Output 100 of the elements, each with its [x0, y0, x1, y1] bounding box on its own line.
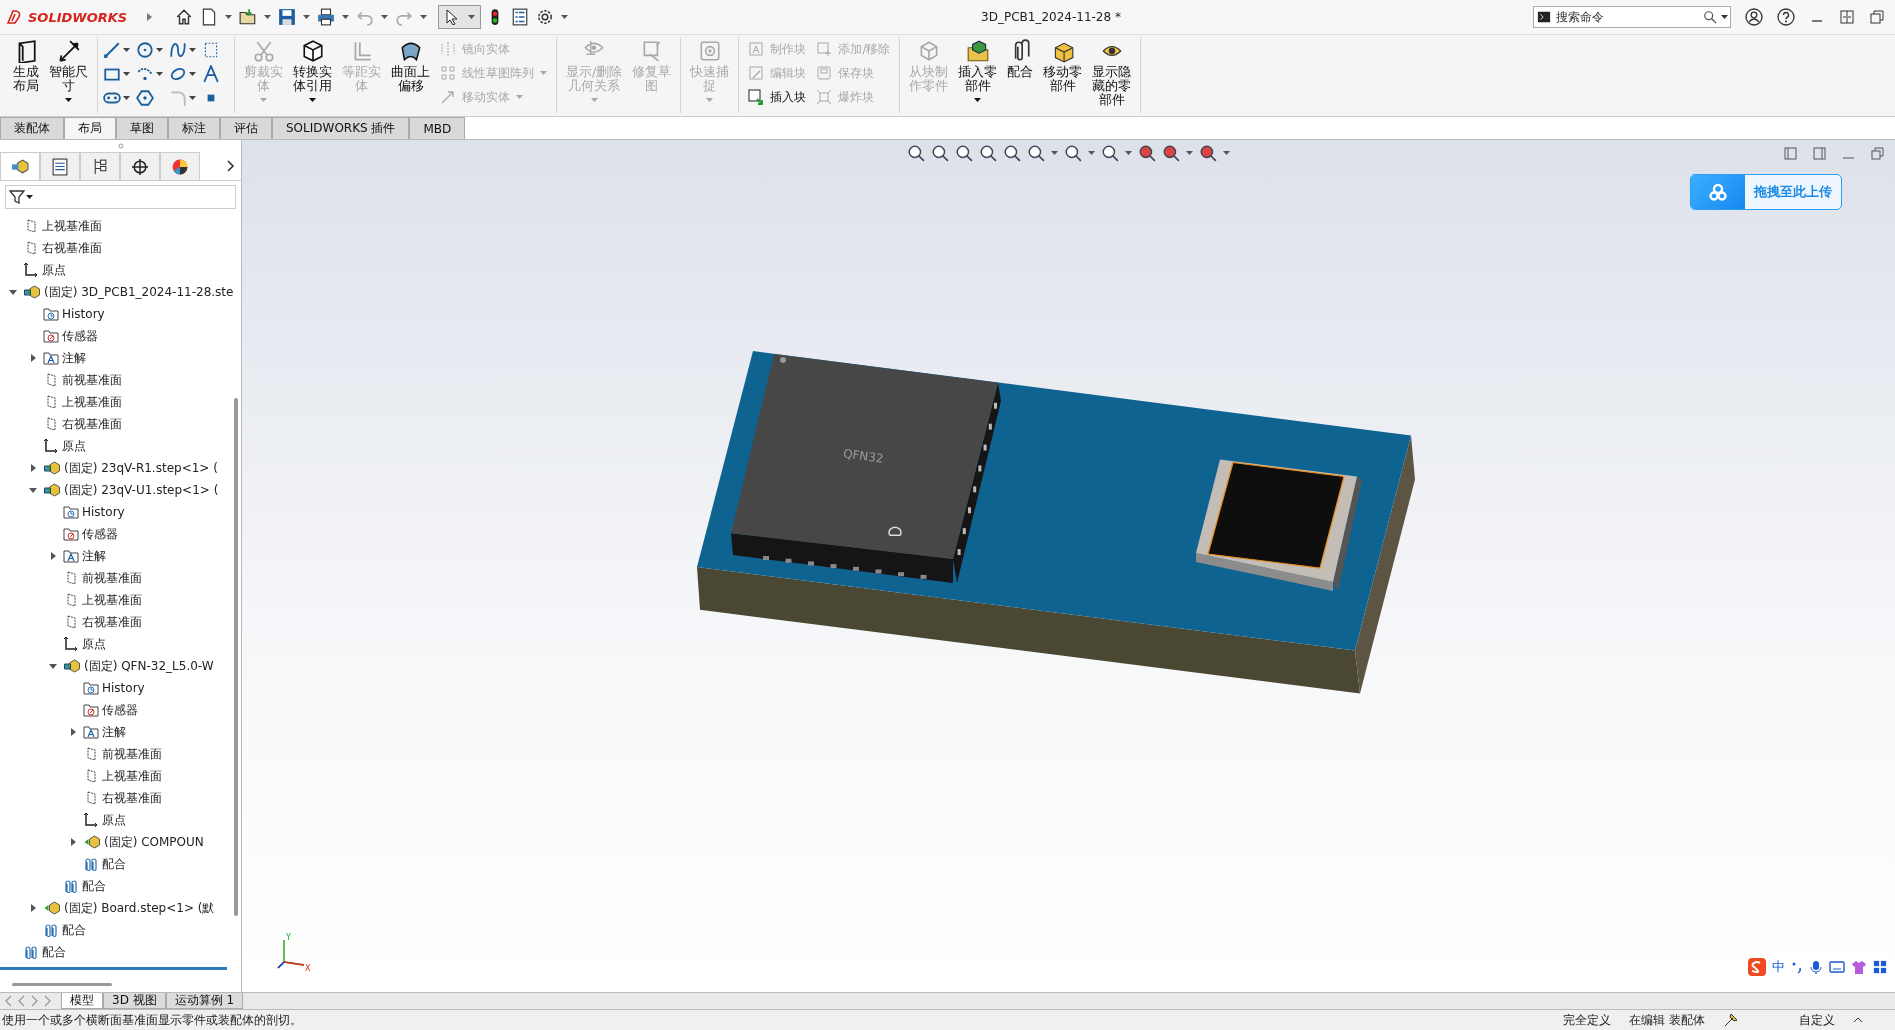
ribbon-button[interactable]: 生成 布局: [9, 37, 43, 95]
tree-item[interactable]: History: [62, 307, 105, 321]
tree-item[interactable]: 传感器: [82, 525, 118, 543]
tree-item[interactable]: (固定) COMPOUN: [104, 833, 204, 851]
expand-arrow-icon[interactable]: [8, 287, 18, 297]
caret-icon[interactable]: [65, 97, 72, 103]
sogou-s-icon[interactable]: [1748, 958, 1766, 976]
tree-item[interactable]: (固定) QFN-32_L5.0-W: [84, 657, 214, 675]
tree-item[interactable]: 配合: [82, 877, 106, 895]
collapse-arrow-icon[interactable]: [28, 353, 38, 363]
search-icon[interactable]: [1703, 10, 1717, 24]
filter-icon[interactable]: [9, 189, 25, 205]
expand-arrow-icon[interactable]: [28, 485, 38, 495]
caret-icon[interactable]: [1721, 14, 1728, 20]
caret-icon[interactable]: [123, 71, 130, 77]
tree-item[interactable]: 上视基准面: [42, 217, 102, 235]
ribbon-tab[interactable]: 草图: [116, 117, 168, 139]
help-icon[interactable]: [1777, 8, 1795, 26]
caret-icon[interactable]: [420, 14, 428, 20]
chevron-right-icon[interactable]: [226, 160, 235, 172]
shirt-icon[interactable]: [1851, 959, 1867, 975]
scrollbar-thumb[interactable]: [234, 398, 238, 916]
caret-icon[interactable]: [225, 14, 233, 20]
search-field[interactable]: 搜索命令: [1533, 6, 1731, 28]
caret-icon[interactable]: [123, 95, 130, 101]
tree-item[interactable]: 上视基准面: [62, 393, 122, 411]
collapse-arrow-icon[interactable]: [28, 903, 38, 913]
caret-icon[interactable]: [189, 95, 196, 101]
punctuation-icon[interactable]: [1791, 960, 1803, 974]
tree-item[interactable]: (固定) Board.step<1> (默: [64, 899, 215, 917]
caret-icon[interactable]: [156, 71, 163, 77]
ribbon-tab[interactable]: 评估: [220, 117, 272, 139]
tree-item[interactable]: 上视基准面: [82, 591, 142, 609]
sheet-tab[interactable]: 3D 视图: [103, 993, 166, 1009]
caret-icon[interactable]: [26, 194, 33, 200]
tree-item[interactable]: 注解: [82, 547, 106, 565]
ribbon-button[interactable]: 显示隐 藏的零 部件: [1088, 37, 1136, 109]
save-icon[interactable]: [278, 8, 297, 26]
dotted-rectangle-icon[interactable]: [202, 41, 220, 59]
property-list-icon[interactable]: [51, 157, 69, 176]
crosshair-icon[interactable]: [131, 157, 149, 176]
block-insert-icon[interactable]: [748, 89, 765, 105]
ribbon-button[interactable]: 转换实 体引用: [289, 37, 336, 106]
ribbon-button[interactable]: 曲面上 偏移: [387, 37, 434, 95]
tree-item[interactable]: History: [102, 681, 145, 695]
restore-icon[interactable]: [1869, 9, 1885, 25]
ribbon-tab[interactable]: 装配体: [0, 117, 64, 139]
input-mode-toggle[interactable]: 中: [1772, 958, 1785, 976]
ribbon-tab[interactable]: 布局: [64, 117, 116, 139]
rebuild-icon[interactable]: [1723, 1012, 1739, 1028]
restore-icon[interactable]: [1870, 145, 1885, 161]
sheet-tab[interactable]: 模型: [61, 993, 103, 1009]
tree-item[interactable]: (固定) 3D_PCB1_2024-11-28.ste: [44, 283, 234, 301]
collapse-arrow-icon[interactable]: [68, 727, 78, 737]
caret-icon[interactable]: [561, 14, 569, 20]
tree-item[interactable]: 配合: [102, 855, 126, 873]
caret-icon[interactable]: [156, 47, 163, 53]
expand-arrow-icon[interactable]: [145, 12, 154, 22]
ribbon-button[interactable]: 移动零 部件: [1039, 37, 1087, 95]
caret-icon[interactable]: [342, 14, 350, 20]
tree-item[interactable]: 前视基准面: [102, 745, 162, 763]
caret-icon[interactable]: [264, 14, 272, 20]
caret-icon[interactable]: [381, 14, 389, 20]
magnifier-icon[interactable]: [907, 144, 925, 162]
folder-cube-icon[interactable]: [965, 39, 990, 63]
tree-item[interactable]: 右视基准面: [42, 239, 102, 257]
keyboard-icon[interactable]: [1829, 959, 1845, 975]
user-icon[interactable]: [1745, 8, 1763, 26]
settings-icon[interactable]: [536, 8, 555, 26]
tile-left-icon[interactable]: [1783, 145, 1798, 161]
caret-icon[interactable]: [189, 47, 196, 53]
units-status[interactable]: 自定义: [1799, 1012, 1835, 1028]
collapse-arrow-icon[interactable]: [68, 837, 78, 847]
caret-icon[interactable]: [303, 14, 311, 20]
ellipse-icon[interactable]: [169, 65, 187, 83]
caret-icon[interactable]: [189, 71, 196, 77]
panel-tab[interactable]: [160, 152, 200, 180]
line-icon[interactable]: [103, 41, 121, 59]
tree-item[interactable]: 配合: [62, 921, 86, 939]
drag-handle-icon[interactable]: [117, 143, 124, 149]
grid-icon[interactable]: [1873, 960, 1887, 974]
select-button[interactable]: [438, 5, 482, 29]
tree-item[interactable]: 前视基准面: [62, 371, 122, 389]
spline-icon[interactable]: [169, 41, 187, 59]
tree-item[interactable]: 右视基准面: [82, 613, 142, 631]
hexagon-icon[interactable]: [136, 89, 154, 107]
tree-item[interactable]: 原点: [42, 261, 66, 279]
letter-a-icon[interactable]: [202, 65, 220, 83]
zoom-area-icon[interactable]: [931, 144, 949, 162]
ribbon-button[interactable]: 插入块: [744, 86, 811, 108]
cloud-icon[interactable]: [1708, 183, 1728, 201]
split-window-icon[interactable]: [1839, 9, 1855, 25]
ribbon-tab[interactable]: SOLIDWORKS 插件: [272, 117, 410, 139]
caret-icon[interactable]: [309, 97, 316, 103]
tree-item[interactable]: 传感器: [62, 327, 98, 345]
open-folder-icon[interactable]: [239, 8, 258, 26]
caret-up-icon[interactable]: [1853, 1016, 1863, 1024]
arc-icon[interactable]: [136, 65, 154, 83]
home-icon[interactable]: [175, 8, 194, 26]
terminal-icon[interactable]: [1537, 10, 1551, 24]
